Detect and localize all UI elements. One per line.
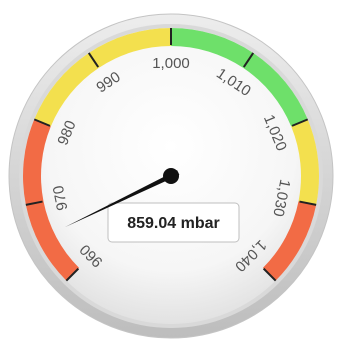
value-readout-text: 859.04 mbar (127, 215, 220, 232)
pressure-gauge: 960 970 980 990 1,000 1,010 1,020 1,030 1,040 85… (0, 0, 338, 345)
gauge-tick-label: 1,000 (152, 55, 190, 72)
needle-hub (163, 168, 179, 184)
value-readout-box: 859.04 mbar (107, 202, 240, 243)
gauge-svg: 9609709809901,0001,0101,0201,0301,040 85… (8, 13, 334, 339)
